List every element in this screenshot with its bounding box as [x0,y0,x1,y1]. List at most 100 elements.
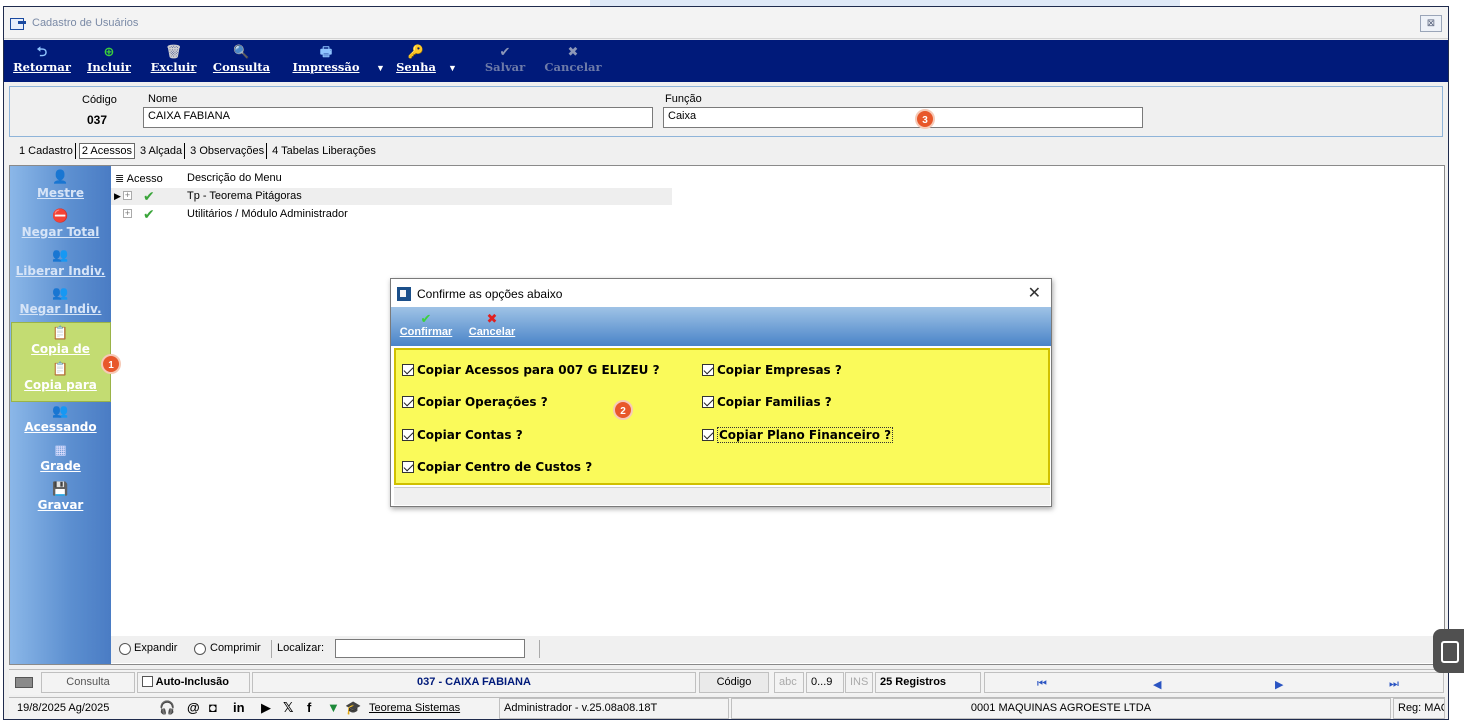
first-record-icon[interactable]: ⏮ [1037,678,1047,691]
current-record-label: 037 - CAIXA FABIANA [252,672,696,693]
deny-user-icon: 👥 [52,286,69,301]
checkmark-icon[interactable]: ✔ [143,188,155,205]
instagram-icon[interactable]: ◘ [209,700,217,715]
youtube-icon[interactable]: ▶ [261,700,271,716]
previous-record-icon[interactable]: ◀ [1153,678,1161,691]
tab-observacoes[interactable]: 3 Observações [188,143,268,159]
tab-acessos[interactable]: 2 Acessos [78,143,135,159]
localizar-input[interactable] [335,639,525,658]
expand-icon[interactable]: + [123,191,132,200]
codigo-order-button[interactable]: Código [699,672,769,693]
x-icon: ✖ [486,311,498,326]
senha-dropdown-icon[interactable]: ▼ [448,63,457,73]
printer-icon: 🖶 [319,44,333,59]
dialog-options-panel: Copiar Acessos para 007 G ELIZEU ? Copia… [394,348,1050,485]
dialog-footer [394,487,1050,505]
copiar-familias-checkbox[interactable]: Copiar Familias ? [702,395,832,409]
tree-options-bar: Expandir Comprimir Localizar: [111,636,1445,663]
next-record-icon[interactable]: ▶ [1275,678,1283,691]
numeric-indicator: 0...9 [806,672,844,693]
excluir-button[interactable]: 🗑 Excluir [146,44,201,78]
nome-field[interactable]: CAIXA FABIANA [143,107,653,128]
social-links: 🎧 @ ◘ in ▶ 𝕏 f ▼ 🎓 Teorema Sistemas [159,700,495,719]
impressao-button[interactable]: 🖶 Impressão [288,44,364,78]
check-icon: ✔ [420,311,432,326]
x-twitter-icon[interactable]: 𝕏 [283,700,293,716]
copiar-contas-checkbox[interactable]: Copiar Contas ? [402,428,523,442]
copiar-plano-financeiro-checkbox[interactable]: Copiar Plano Financeiro ? [702,427,894,443]
window-title: Cadastro de Usuários [32,17,139,29]
copia-de-button[interactable]: 📋 Copia de [10,326,111,364]
side-panel-tab[interactable] [1433,629,1464,673]
tab-alcada[interactable]: 3 Alçada [138,143,186,159]
user-version-status: Administrador - v.25.08a08.18T [499,698,729,719]
cancelar-button[interactable]: ✖ Cancelar [542,44,604,78]
salvar-button[interactable]: ✔ Salvar [480,44,530,78]
negar-total-button[interactable]: ⛔ Negar Total [10,209,111,247]
user-icon: 👤 [52,170,69,185]
expand-icon[interactable]: + [123,209,132,218]
negar-indiv-button[interactable]: 👥 Negar Indiv. [10,286,111,324]
grade-button[interactable]: ▦ Grade [10,443,111,481]
copia-para-button[interactable]: 📋 Copia para [10,362,111,400]
checkmark-icon[interactable]: ✔ [143,206,155,223]
impressao-dropdown-icon[interactable]: ▼ [376,63,385,73]
facebook-icon[interactable]: f [307,700,311,715]
copiar-acessos-checkbox[interactable]: Copiar Acessos para 007 G ELIZEU ? [402,363,660,377]
expandir-label: Expandir [134,642,178,654]
dialog-title-bar: Confirme as opções abaixo ✕ [391,279,1051,307]
save-icon: 💾 [52,482,69,497]
gravar-button[interactable]: 💾 Gravar [10,482,111,520]
callout-badge-3: 3 [915,109,935,129]
return-icon: ⮌ [36,44,48,59]
incluir-button[interactable]: ⊕ Incluir [84,44,134,78]
funcao-field[interactable]: Caixa [663,107,1143,128]
copiar-operacoes-checkbox[interactable]: Copiar Operações ? [402,395,548,409]
auto-inclusao-checkbox[interactable]: Auto-Inclusão [137,672,250,693]
action-sidebar: 👤 Mestre ⛔ Negar Total 👥 Liberar Indiv. … [10,166,121,664]
x-icon: ✖ [567,44,579,59]
dialog-cancelar-button[interactable]: ✖ Cancelar [463,311,521,339]
keyboard-icon [15,677,33,688]
check-icon: ✔ [499,44,511,59]
callout-badge-2: 2 [613,400,633,420]
linkedin-icon[interactable]: in [233,700,245,715]
consulta-button[interactable]: 🔍 Consulta [209,44,274,78]
users-icon: 👥 [52,404,69,419]
expandir-radio[interactable] [119,643,131,655]
liberar-indiv-button[interactable]: 👥 Liberar Indiv. [10,248,111,286]
filter-icon[interactable]: ▼ [327,700,340,715]
descricao-column-header[interactable]: Descrição do Menu [187,172,282,184]
tree-row[interactable]: + ✔ Utilitários / Módulo Administrador [111,206,672,223]
acessando-button[interactable]: 👥 Acessando [10,404,111,442]
system-status-bar: 19/8/2025 Ag/2025 🎧 @ ◘ in ▶ 𝕏 f ▼ 🎓 Teo… [9,697,1445,719]
funcao-label: Função [665,93,702,105]
senha-button[interactable]: 🔑 Senha [392,44,440,78]
dialog-app-icon [397,287,411,301]
mode-status: Consulta [41,672,135,693]
copiar-centro-custos-checkbox[interactable]: Copiar Centro de Custos ? [402,460,592,474]
grid-icon: ▦ [54,443,67,458]
last-record-icon[interactable]: ⏭ [1389,678,1399,691]
mestre-button[interactable]: 👤 Mestre [10,170,111,208]
copy-to-icon: 📋 [52,362,69,377]
add-icon: ⊕ [103,44,115,59]
comprimir-radio[interactable] [194,643,206,655]
tab-tabelas-liberacoes[interactable]: 4 Tabelas Liberações [270,143,378,159]
email-icon[interactable]: @ [187,700,200,715]
window-icon [10,18,26,30]
ins-indicator: INS [845,672,873,693]
tree-row[interactable]: ▶ + ✔ Tp - Teorema Pitágoras [111,188,672,205]
dialog-close-icon[interactable]: ✕ [1028,283,1041,303]
window-close-button[interactable]: ⊠ [1420,15,1442,32]
copiar-empresas-checkbox[interactable]: Copiar Empresas ? [702,363,842,377]
record-count: 25 Registros [875,672,981,693]
tab-cadastro[interactable]: 1 Cadastro [17,143,76,159]
teorema-link[interactable]: Teorema Sistemas [369,702,460,714]
graduation-icon[interactable]: 🎓 [345,700,361,716]
abc-indicator: abc [774,672,804,693]
confirmar-button[interactable]: ✔ Confirmar [395,311,457,339]
retornar-button[interactable]: ⮌ Retornar [12,44,72,78]
acesso-column-header[interactable]: ≣ Acesso [115,172,163,185]
headset-icon[interactable]: 🎧 [159,700,175,716]
